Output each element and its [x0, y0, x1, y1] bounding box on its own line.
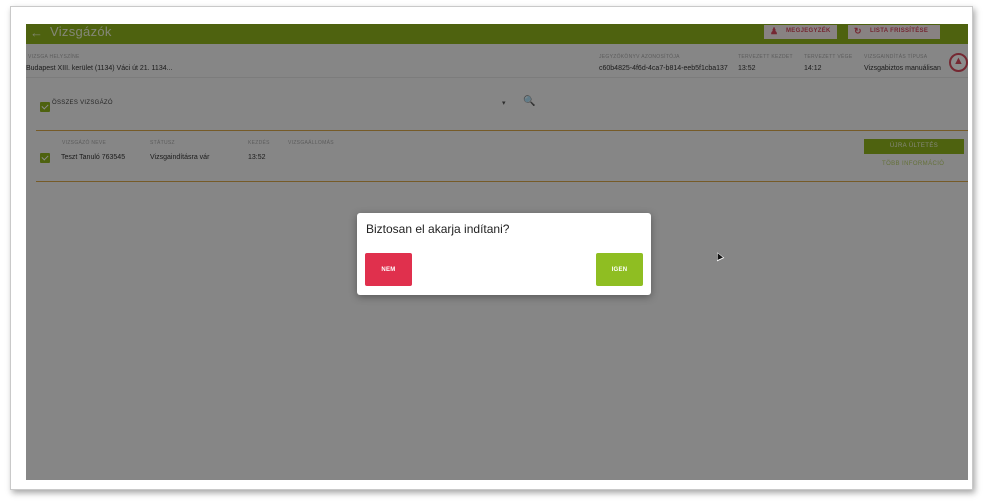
app-window: ← Vizsgázók ♟ MEGJEGYZÉK ↻ LISTA FRISSÍT… [26, 24, 968, 480]
no-button[interactable]: NEM [365, 253, 412, 286]
dialog-question: Biztosan el akarja indítani? [366, 222, 510, 236]
yes-button[interactable]: IGEN [596, 253, 643, 286]
screenshot-frame: ← Vizsgázók ♟ MEGJEGYZÉK ↻ LISTA FRISSÍT… [10, 6, 973, 490]
confirm-dialog: Biztosan el akarja indítani? NEM IGEN [357, 213, 651, 295]
